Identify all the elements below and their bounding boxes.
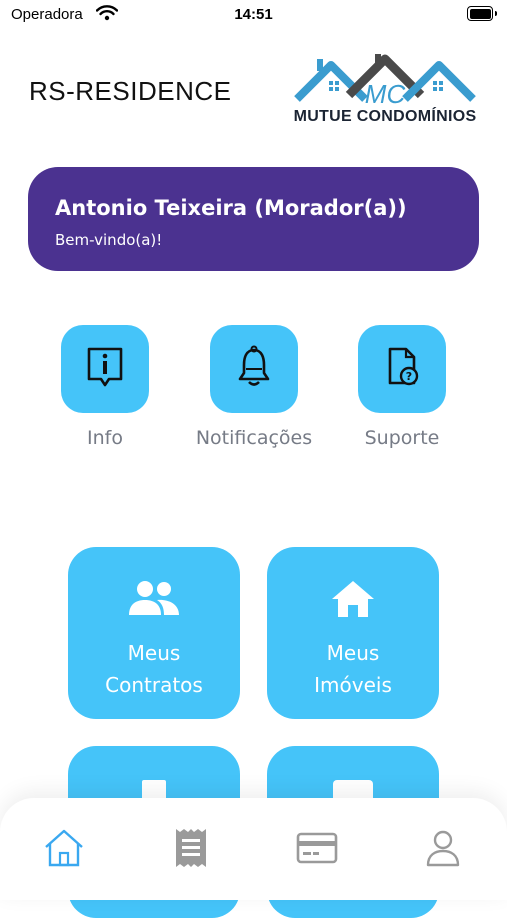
battery-icon [467,6,497,21]
quick-action-support[interactable]: ? Suporte [327,325,477,449]
notifications-label: Notificações [195,427,313,449]
svg-text:?: ? [406,370,412,383]
tile-label-line2: Imóveis [314,673,392,697]
nav-home[interactable] [42,828,86,872]
document-help-icon: ? [382,345,422,393]
home-icon [43,827,85,873]
info-book-icon [84,345,126,393]
quick-action-info[interactable]: Info [30,325,180,449]
welcome-card: Antonio Teixeira (Morador(a)) Bem-vindo(… [28,167,479,271]
greeting-text: Bem-vindo(a)! [55,231,163,249]
nav-receipts[interactable] [169,828,213,872]
people-icon [68,579,240,617]
tile-label-line1: Meus [127,641,181,665]
logo-text: MUTUE CONDOMÍNIOS [293,108,477,125]
house-icon [267,579,439,619]
tile-label-line2: Contratos [105,673,203,697]
nav-payments[interactable] [295,828,339,872]
nav-profile[interactable] [421,828,465,872]
notifications-button[interactable] [210,325,298,413]
logo-monogram: MC [365,79,406,107]
user-name: Antonio Teixeira (Morador(a)) [55,196,407,220]
info-button[interactable] [61,325,149,413]
receipt-icon [173,827,209,873]
info-label: Info [87,427,123,449]
tile-label-line1: Meus [326,641,380,665]
credit-card-icon [296,832,338,868]
user-icon [425,829,461,871]
my-properties-tile[interactable]: Meus Imóveis [267,547,439,719]
bottom-nav [0,798,507,900]
clock: 14:51 [234,6,273,23]
status-bar: Operadora 14:51 [0,0,507,32]
app-title: RS-RESIDENCE [29,76,232,106]
support-button[interactable]: ? [358,325,446,413]
bell-icon [234,345,274,393]
support-label: Suporte [364,427,440,449]
quick-action-notifications[interactable]: Notificações [179,325,329,449]
condominium-logo: MC MUTUE CONDOMÍNIOS [289,51,481,129]
my-contracts-tile[interactable]: Meus Contratos [68,547,240,719]
